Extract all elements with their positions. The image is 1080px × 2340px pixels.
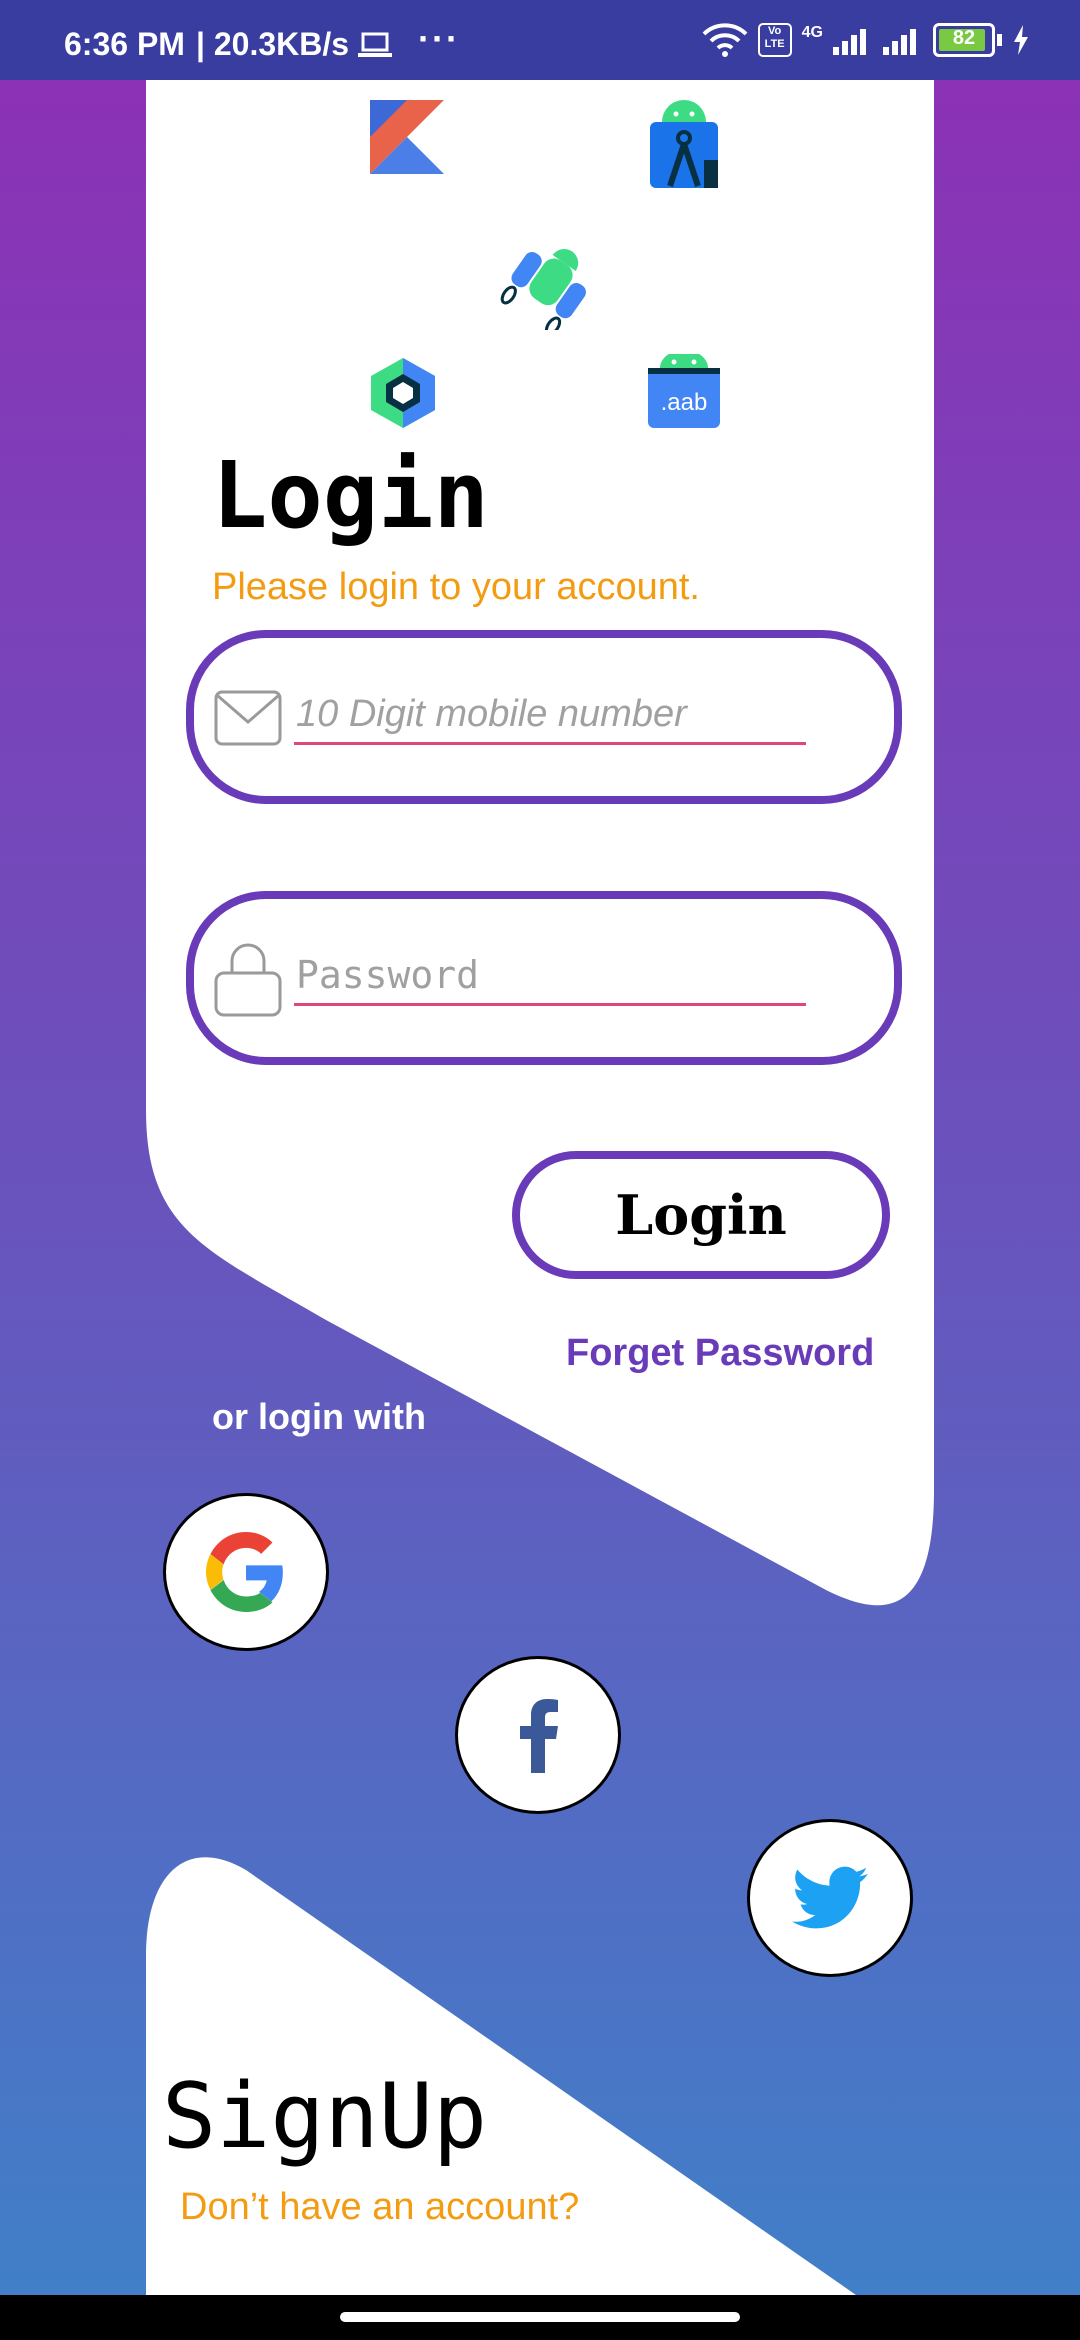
- home-indicator[interactable]: [340, 2312, 740, 2322]
- charging-icon: [1014, 25, 1028, 55]
- login-button[interactable]: Login: [512, 1151, 890, 1279]
- facebook-icon: [520, 1699, 558, 1773]
- phone-field: [186, 630, 902, 804]
- laptop-icon: [358, 32, 392, 57]
- status-more-dots: ···: [418, 18, 460, 59]
- android-studio-icon: [650, 100, 718, 188]
- lock-icon: [214, 943, 282, 1017]
- navigation-bar: [0, 2295, 1080, 2340]
- login-subtitle: Please login to your account.: [212, 566, 700, 608]
- status-time: 6:36 PM: [64, 26, 185, 62]
- svg-text:.aab: .aab: [661, 389, 708, 416]
- password-field: [186, 891, 902, 1065]
- twitter-login-button[interactable]: [747, 1819, 913, 1977]
- status-speed: | 20.3KB/s: [196, 26, 350, 62]
- signup-title: SignUp: [162, 2064, 488, 2169]
- battery-tip: [997, 34, 1002, 46]
- signup-subtitle[interactable]: Don’t have an account?: [180, 2186, 579, 2229]
- wifi-icon: [702, 23, 748, 57]
- battery-icon: 82: [933, 23, 995, 57]
- battery-level: 82: [952, 27, 976, 49]
- aab-bundle-icon: .aab: [648, 354, 720, 428]
- status-bar: 6:36 PM | 20.3KB/s ··· Vo LTE 4G 82: [0, 0, 1080, 80]
- facebook-login-button[interactable]: [455, 1656, 621, 1814]
- login-title: Login: [212, 442, 489, 549]
- forget-password-link[interactable]: Forget Password: [566, 1332, 874, 1375]
- google-login-button[interactable]: [163, 1493, 329, 1651]
- twitter-icon: [792, 1866, 868, 1929]
- mail-icon: [214, 690, 282, 746]
- phone-input[interactable]: [294, 686, 806, 745]
- status-icons: Vo LTE 4G 82: [702, 20, 1030, 60]
- or-login-with-label: or login with: [212, 1396, 426, 1437]
- google-icon: [206, 1532, 283, 1612]
- signal-icon-2: [883, 29, 916, 55]
- kotlin-icon: [370, 100, 444, 174]
- login-screen: .aab Login Please login to your account.…: [0, 0, 1080, 2340]
- network-type-label: 4G: [801, 24, 823, 41]
- password-input[interactable]: [294, 947, 806, 1006]
- android-rocket-icon: [500, 249, 586, 330]
- signal-icon: [833, 29, 866, 55]
- jetpack-compose-icon: [371, 358, 435, 428]
- volte-icon: Vo LTE: [757, 23, 792, 57]
